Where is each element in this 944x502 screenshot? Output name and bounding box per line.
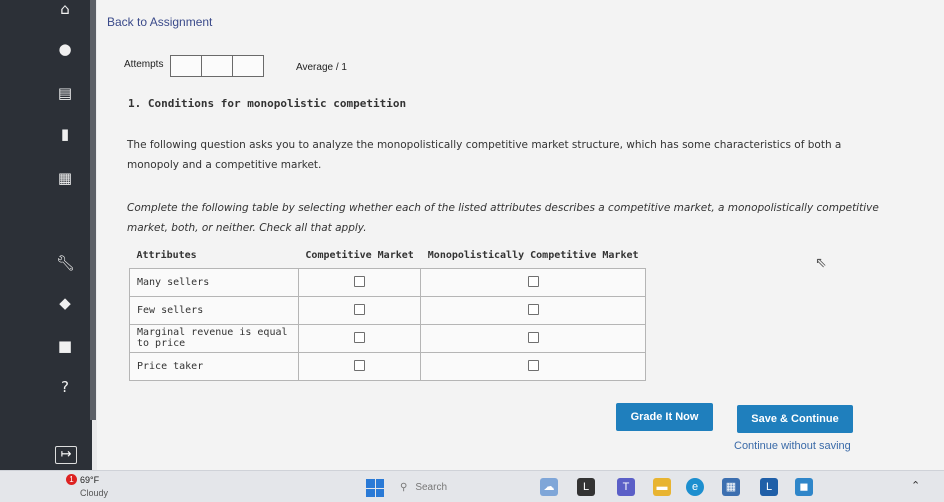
edge-icon[interactable]: e (686, 478, 704, 496)
user-icon[interactable]: ● (56, 40, 74, 58)
monopolistic-checkbox[interactable] (527, 276, 539, 288)
monopolistic-cell (420, 267, 646, 297)
attribute-cell: Marginal revenue is equal to price (129, 323, 299, 353)
grade-it-now-button[interactable]: Grade It Now (616, 403, 713, 431)
question-instructions: Complete the following table by selectin… (127, 202, 879, 234)
store-icon[interactable]: ▦ (722, 478, 740, 496)
competitive-cell (297, 323, 422, 353)
widgets-icon[interactable]: ☁ (540, 478, 558, 496)
competitive-checkbox[interactable] (354, 332, 366, 344)
question-intro: The following question asks you to analy… (127, 139, 842, 171)
weather-condition[interactable]: Cloudy (80, 488, 108, 498)
app-blue-icon[interactable]: ◼ (795, 478, 813, 496)
weather-temperature[interactable]: 69°F (80, 475, 99, 485)
monopolistic-cell (420, 295, 646, 325)
monopolistic-checkbox[interactable] (527, 304, 539, 316)
taskbar-search[interactable]: ⚲ Search (400, 477, 520, 497)
competitive-checkbox[interactable] (354, 304, 366, 316)
competitive-checkbox[interactable] (354, 276, 366, 288)
table-header-row: Attributes Competitive Market Monopolist… (129, 244, 646, 269)
weather-notification-badge: 1 (66, 474, 77, 485)
competitive-cell (297, 295, 422, 325)
header-competitive-market: Competitive Market (298, 244, 421, 269)
competitive-cell (297, 351, 422, 381)
save-and-continue-button[interactable]: Save & Continue (737, 405, 853, 433)
graduation-cap-icon[interactable]: ◆ (56, 294, 74, 312)
briefcase-icon[interactable]: ■ (56, 337, 74, 355)
document-icon[interactable]: ▤ (56, 84, 74, 102)
monopolistic-cell (420, 323, 646, 353)
home-icon[interactable]: ⌂ (56, 0, 74, 18)
mouse-cursor-icon: ⇖ (815, 255, 827, 271)
file-explorer-icon[interactable]: ▬ (653, 478, 671, 496)
sidebar-divider (90, 0, 96, 420)
search-icon: ⚲ (400, 481, 408, 493)
left-sidebar: ⌂ ● ▤ ▮ ▦ 🔧︎ ◆ ■ ? ↦ (0, 0, 96, 470)
tray-chevron-icon[interactable]: ⌃ (911, 479, 920, 492)
continue-without-saving-link[interactable]: Continue without saving (734, 440, 851, 452)
table-row: Few sellers (129, 295, 646, 325)
question-title: 1. Conditions for monopolistic competiti… (128, 97, 407, 110)
exit-icon[interactable]: ↦ (55, 446, 77, 464)
attribute-cell: Price taker (129, 351, 299, 381)
monopolistic-checkbox[interactable] (527, 360, 539, 372)
book-icon[interactable]: ▮ (56, 125, 74, 143)
monopolistic-cell (420, 351, 646, 381)
back-to-assignment-link[interactable]: Back to Assignment (107, 15, 212, 29)
attribute-cell: Many sellers (129, 267, 299, 297)
windows-start-icon[interactable] (366, 479, 384, 497)
attempt-box (232, 55, 264, 77)
attributes-table: Attributes Competitive Market Monopolist… (129, 244, 646, 381)
calendar-icon[interactable]: ▦ (56, 169, 74, 187)
header-attributes: Attributes (129, 244, 299, 269)
attribute-cell: Few sellers (129, 295, 299, 325)
competitive-checkbox[interactable] (354, 360, 366, 372)
help-icon[interactable]: ? (56, 378, 74, 396)
windows-taskbar: 1 69°F Cloudy ⚲ Search ☁ L T ▬ e ▦ L ◼ ⌃ (0, 470, 944, 502)
teams-icon[interactable]: T (617, 478, 635, 496)
attempt-box (201, 55, 233, 77)
attempt-boxes (170, 55, 264, 77)
app-l2-icon[interactable]: L (760, 478, 778, 496)
table-row: Price taker (129, 351, 646, 381)
attempts-label: Attempts (124, 59, 164, 70)
table-row: Marginal revenue is equal to price (129, 323, 646, 353)
monopolistic-checkbox[interactable] (527, 332, 539, 344)
competitive-cell (297, 267, 422, 297)
app-l-icon[interactable]: L (577, 478, 595, 496)
header-monopolistic-market: Monopolistically Competitive Market (420, 244, 646, 269)
search-placeholder: Search (415, 481, 448, 493)
wrench-icon[interactable]: 🔧︎ (56, 254, 75, 272)
table-row: Many sellers (129, 267, 646, 297)
average-score: Average / 1 (296, 62, 347, 73)
attempt-box (170, 55, 202, 77)
